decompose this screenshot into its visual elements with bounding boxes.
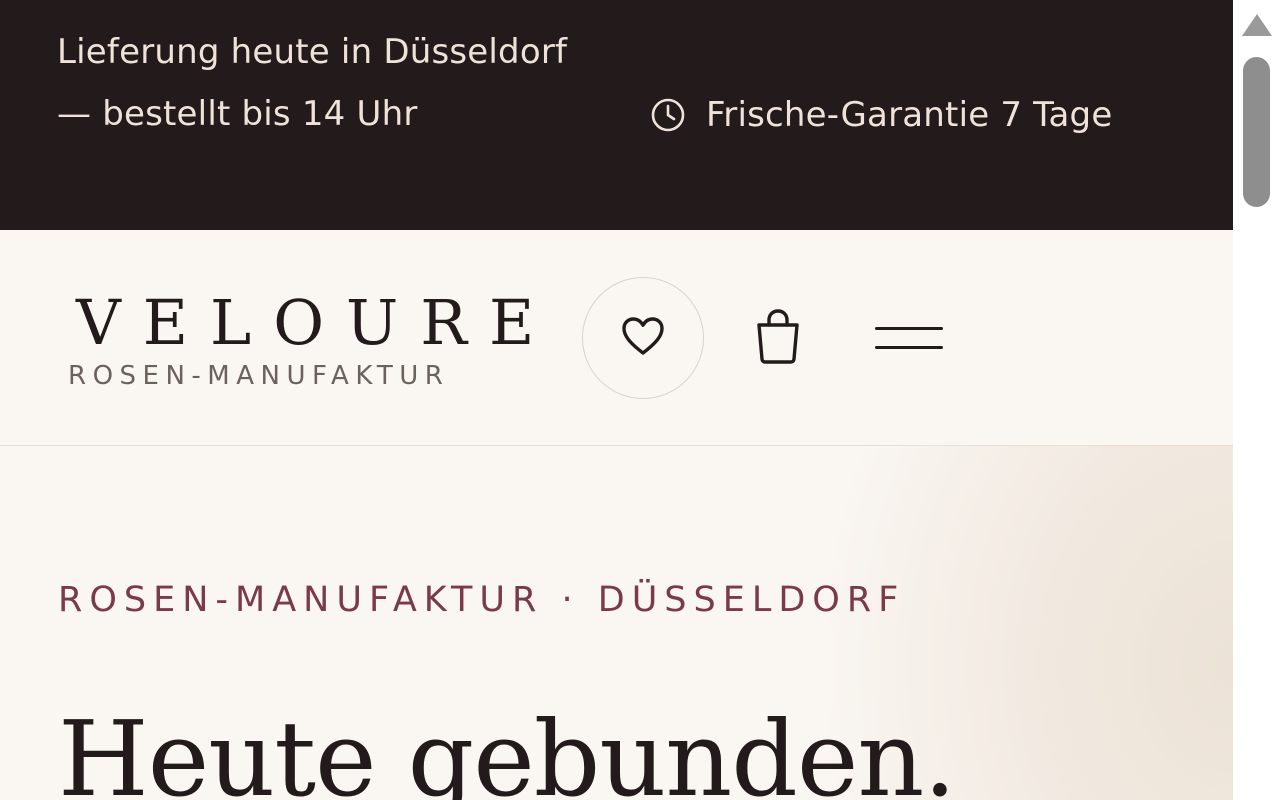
hero-headline: Heute gebunden. <box>58 698 956 800</box>
site-header: VELOURE ROSEN-MANUFAKTUR <box>0 230 1233 446</box>
hamburger-line-top <box>875 327 943 330</box>
clock-icon <box>650 97 686 133</box>
vertical-scrollbar[interactable] <box>1233 0 1280 800</box>
scroll-up-arrow-icon[interactable] <box>1242 14 1272 36</box>
brand-tagline: ROSEN-MANUFAKTUR <box>68 361 450 391</box>
freshness-guarantee: Frische-Garantie 7 Tage <box>650 84 1112 146</box>
scrollbar-thumb[interactable] <box>1243 57 1270 207</box>
hero-section: ROSEN-MANUFAKTUR · DÜSSELDORF Heute gebu… <box>0 446 1233 800</box>
menu-button[interactable] <box>875 318 947 358</box>
shopping-bag-icon <box>753 307 803 369</box>
guarantee-label: Frische-Garantie 7 Tage <box>706 95 1113 135</box>
brand-logo[interactable]: VELOURE ROSEN-MANUFAKTUR <box>68 286 557 392</box>
hero-eyebrow: ROSEN-MANUFAKTUR · DÜSSELDORF <box>58 580 906 620</box>
page-viewport: Lieferung heute in Düsseldorf — bestellt… <box>0 0 1233 800</box>
heart-icon <box>620 315 666 361</box>
hamburger-line-bottom <box>875 346 943 349</box>
brand-name: VELOURE <box>76 286 557 359</box>
wishlist-button[interactable] <box>582 277 704 399</box>
delivery-notice: Lieferung heute in Düsseldorf — bestellt… <box>57 32 568 134</box>
cart-button[interactable] <box>745 302 811 374</box>
announcement-bar: Lieferung heute in Düsseldorf — bestellt… <box>0 0 1233 230</box>
